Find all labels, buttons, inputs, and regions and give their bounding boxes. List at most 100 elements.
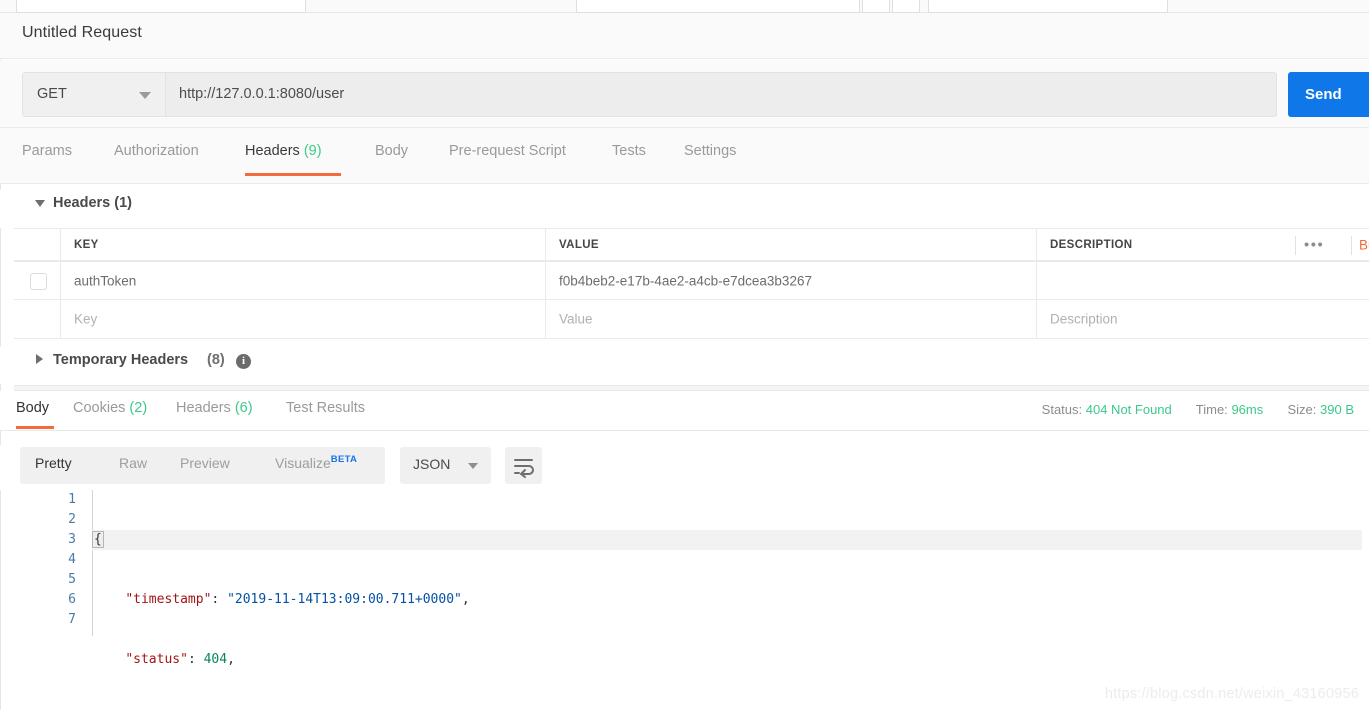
- top-strip-box-1[interactable]: [16, 0, 306, 13]
- tab-settings-label: Settings: [684, 143, 737, 159]
- new-value-input[interactable]: Value: [546, 300, 1037, 338]
- tab-body[interactable]: Body: [375, 128, 413, 184]
- size-label: Size:: [1287, 402, 1317, 417]
- url-input-value: http://127.0.0.1:8080/user: [179, 86, 345, 102]
- chevron-down-icon[interactable]: [35, 200, 45, 207]
- word-wrap-icon: [514, 459, 534, 478]
- line-number: 3: [68, 532, 76, 547]
- response-body-viewer[interactable]: 1 2 3 4 5 6 7 { "timestamp": "2019-11-14…: [14, 490, 1369, 710]
- json-key-status: "status": [125, 652, 188, 667]
- chevron-right-icon[interactable]: [36, 354, 43, 364]
- view-raw-button[interactable]: Raw: [119, 445, 147, 482]
- chevron-down-icon: [468, 463, 478, 469]
- more-options-icon[interactable]: •••: [1304, 236, 1324, 253]
- top-strip-box-3[interactable]: [862, 0, 890, 13]
- info-icon[interactable]: i: [236, 354, 251, 369]
- view-pretty-label: Pretty: [35, 455, 72, 471]
- json-open-brace: {: [92, 531, 104, 548]
- http-method-dropdown[interactable]: GET: [22, 72, 165, 117]
- request-title-bar: Untitled Request: [0, 13, 1369, 59]
- status-label: Status:: [1041, 402, 1083, 417]
- comma-1: ,: [461, 592, 470, 607]
- table-header-row: KEY VALUE DESCRIPTION ••• Bulk Edit: [14, 228, 1369, 261]
- response-tab-active-underline: [16, 426, 54, 429]
- response-tab-test-results-label: Test Results: [286, 400, 365, 416]
- tab-tests-label: Tests: [612, 143, 646, 159]
- top-strip-box-4[interactable]: [892, 0, 920, 13]
- headers-table: KEY VALUE DESCRIPTION ••• Bulk Edit auth…: [14, 228, 1369, 339]
- response-tab-body[interactable]: Body: [16, 391, 54, 431]
- response-tab-cookies-count: (2): [129, 400, 148, 416]
- view-pretty-button[interactable]: Pretty: [35, 445, 72, 482]
- request-tabs: Params Authorization Headers (9) Body Pr…: [0, 128, 1369, 184]
- tab-headers[interactable]: Headers (9): [245, 128, 341, 184]
- tab-tests[interactable]: Tests: [612, 128, 652, 184]
- th-checkbox: [14, 229, 61, 260]
- response-tab-headers-label: Headers: [176, 400, 231, 416]
- postman-window: Untitled Request GET http://127.0.0.1:80…: [0, 0, 1369, 710]
- response-tab-test-results[interactable]: Test Results: [286, 391, 372, 431]
- colon-1: :: [211, 592, 228, 607]
- tab-pre-request-script-label: Pre-request Script: [449, 143, 566, 159]
- temporary-headers-count: (8): [207, 352, 225, 368]
- view-raw-label: Raw: [119, 455, 148, 471]
- view-visualize-label: Visualize: [275, 455, 331, 471]
- tab-body-label: Body: [375, 143, 409, 159]
- tab-pre-request-script[interactable]: Pre-request Script: [449, 128, 574, 184]
- code-fold-guide: [92, 490, 93, 636]
- tab-authorization[interactable]: Authorization: [114, 128, 214, 184]
- response-body-toolbar: Pretty Raw Preview VisualizeBETA JSON: [0, 445, 1369, 490]
- new-description-placeholder: Description: [1050, 311, 1118, 327]
- time-label: Time:: [1195, 402, 1228, 417]
- response-tab-cookies[interactable]: Cookies (2): [73, 391, 152, 431]
- url-input[interactable]: http://127.0.0.1:8080/user: [165, 72, 1277, 117]
- colon-2: :: [187, 652, 204, 667]
- bulk-edit-link[interactable]: Bulk Edit: [1359, 237, 1369, 252]
- tab-headers-count: (9): [303, 143, 322, 159]
- view-visualize-button[interactable]: VisualizeBETA: [275, 445, 357, 482]
- headers-section-label: Headers (1): [53, 195, 132, 211]
- temporary-headers-label: Temporary Headers: [53, 352, 189, 368]
- watermark: https://blog.csdn.net/weixin_43160956: [1104, 686, 1359, 702]
- view-preview-button[interactable]: Preview: [180, 445, 230, 482]
- headers-section-header[interactable]: Headers (1): [0, 190, 1369, 228]
- code-line-3: "status": 404,: [94, 650, 1362, 670]
- json-value-timestamp: "2019-11-14T13:09:00.711+0000": [227, 592, 462, 607]
- new-value-placeholder: Value: [559, 311, 593, 327]
- chevron-down-icon: [139, 92, 151, 99]
- row-key-value: authToken: [74, 273, 137, 288]
- th-description-label: DESCRIPTION: [1050, 238, 1133, 251]
- response-tab-cookies-label: Cookies: [73, 400, 126, 416]
- line-number: 6: [68, 592, 76, 607]
- new-description-input[interactable]: Description: [1037, 300, 1369, 338]
- row-value-value: f0b4beb2-e17b-4ae2-a4cb-e7dcea3b3267: [559, 273, 812, 288]
- response-tab-headers[interactable]: Headers (6): [176, 391, 263, 431]
- top-strip-box-2[interactable]: [576, 0, 860, 13]
- response-tabs: Body Cookies (2) Headers (6) Test Result…: [0, 391, 1369, 431]
- row-checkbox-cell-empty: [14, 300, 61, 338]
- word-wrap-toggle[interactable]: [505, 447, 542, 484]
- response-tab-body-label: Body: [16, 400, 50, 416]
- line-number: 7: [68, 612, 76, 627]
- tab-settings[interactable]: Settings: [684, 128, 743, 184]
- tab-params[interactable]: Params: [22, 128, 84, 184]
- send-button[interactable]: Send: [1288, 72, 1369, 117]
- request-title: Untitled Request: [22, 24, 142, 41]
- row-description-cell[interactable]: [1037, 262, 1369, 299]
- view-preview-label: Preview: [180, 455, 230, 471]
- new-key-input[interactable]: Key: [61, 300, 546, 338]
- http-method-label: GET: [37, 86, 67, 102]
- json-value-status: 404: [203, 652, 228, 667]
- row-key-cell[interactable]: authToken: [61, 262, 546, 299]
- row-value-cell[interactable]: f0b4beb2-e17b-4ae2-a4cb-e7dcea3b3267: [546, 262, 1037, 299]
- th-value-label: VALUE: [559, 238, 599, 251]
- code-line-2: "timestamp": "2019-11-14T13:09:00.711+00…: [94, 590, 1362, 610]
- line-number-gutter: 1 2 3 4 5 6 7: [14, 490, 88, 710]
- body-format-dropdown[interactable]: JSON: [400, 447, 491, 484]
- row-checkbox[interactable]: [30, 273, 47, 290]
- toolbar-divider-1: [1295, 236, 1296, 255]
- line-number: 1: [68, 492, 76, 507]
- temporary-headers-section[interactable]: Temporary Headers (8) i: [0, 347, 1369, 384]
- top-strip-box-5[interactable]: [928, 0, 1168, 13]
